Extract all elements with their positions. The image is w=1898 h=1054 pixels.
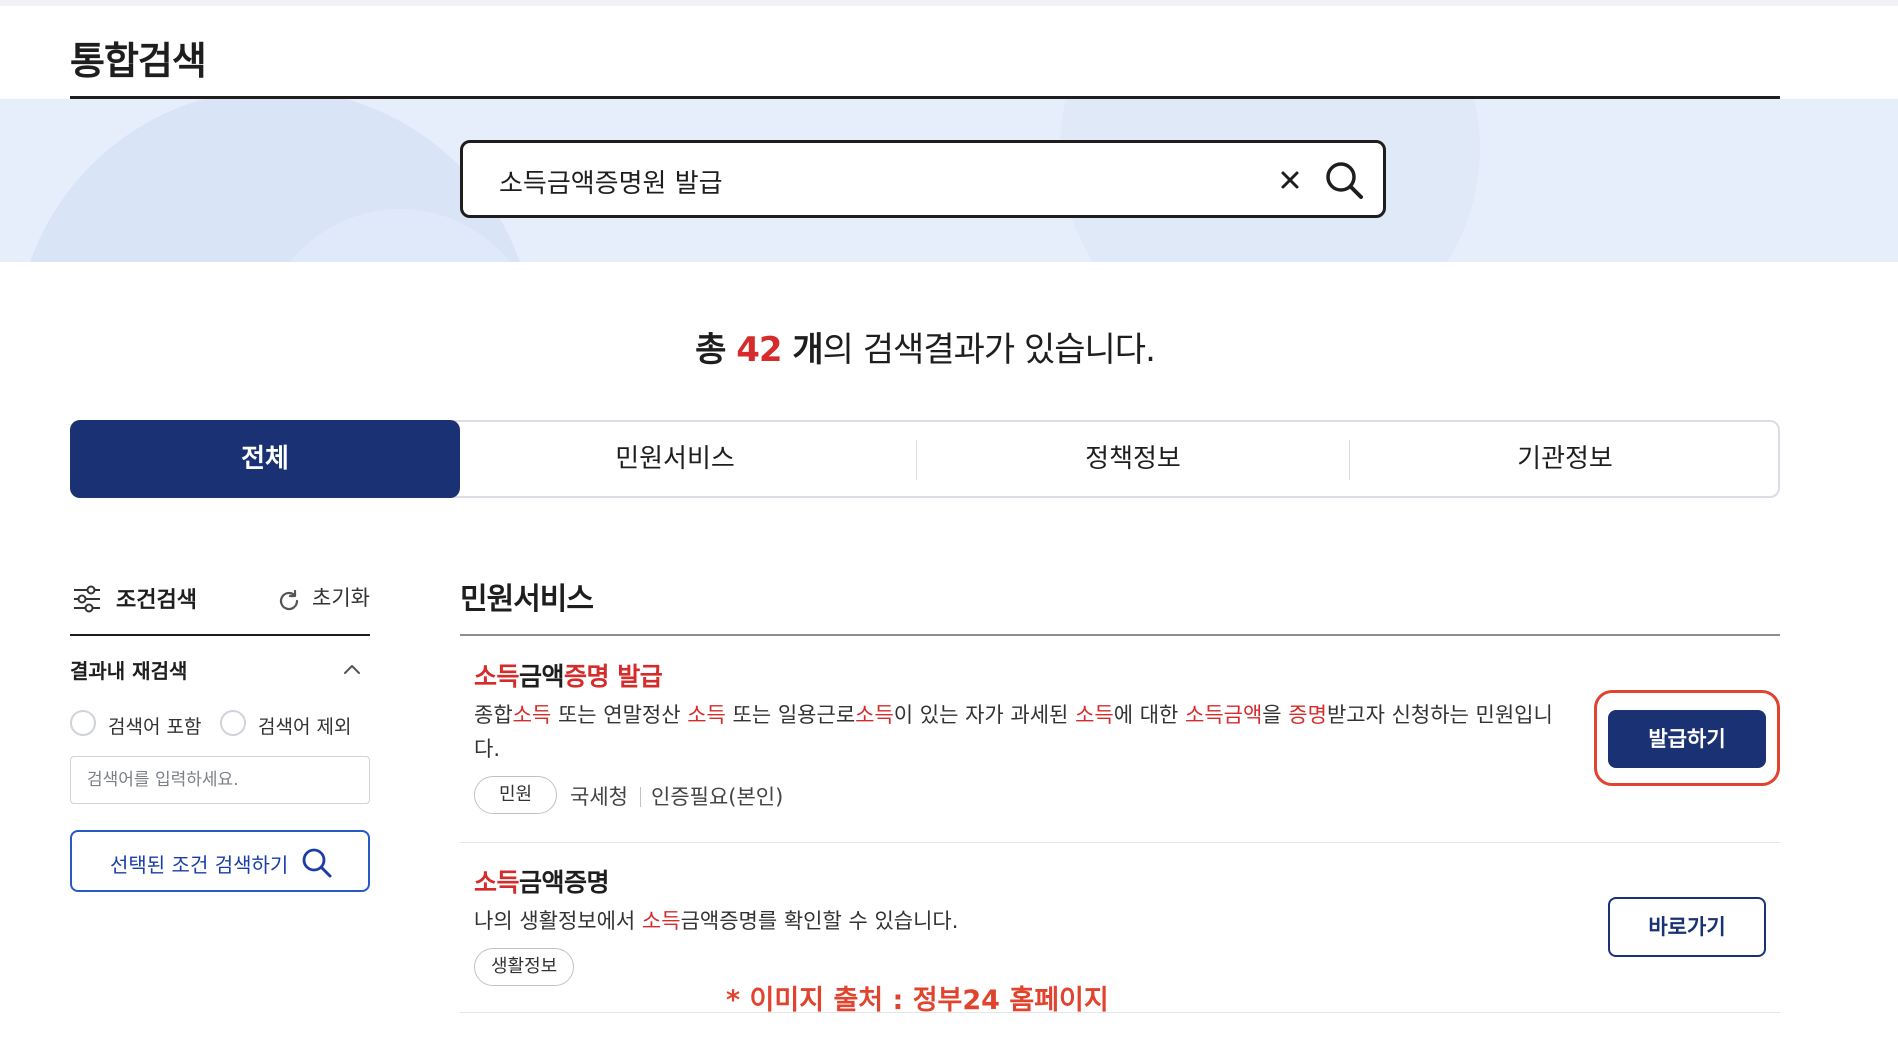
desc-text: 또는 연말정산 [551, 703, 688, 727]
category-tabs: 전체 민원서비스 정책정보 기관정보 [70, 420, 1780, 498]
radio-circle [220, 710, 246, 736]
apply-filter-label: 선택된 조건 검색하기 [110, 853, 289, 877]
desc-text: 에 대한 [1113, 703, 1186, 727]
close-icon [1281, 171, 1299, 189]
result-title[interactable]: 소득금액증명 발급 [474, 657, 663, 693]
desc-text: 금액증명를 확인할 수 있습니다. [680, 909, 959, 933]
title-text: 금액증명 [519, 868, 610, 897]
search-input[interactable] [497, 161, 1261, 201]
section-title: 민원서비스 [460, 582, 594, 617]
result-description: 나의 생활정보에서 소득금액증명를 확인할 수 있습니다. [474, 904, 1574, 938]
refine-keyword-input[interactable] [70, 756, 370, 804]
desc-highlight: 소득금액 [1185, 703, 1263, 727]
search-button[interactable] [1321, 157, 1367, 203]
auth-requirement: 인증필요(본인) [651, 785, 784, 809]
radio-circle [70, 710, 96, 736]
result-summary: 총 42 개의 검색결과가 있습니다. [0, 322, 1850, 371]
result-description: 종합소득 또는 연말정산 소득 또는 일용근로소득이 있는 자가 과세된 소득에… [474, 698, 1574, 766]
page-title: 통합검색 [70, 39, 207, 83]
exclude-keyword-label: 검색어 제외 [258, 716, 352, 738]
result-divider [460, 1012, 1780, 1013]
desc-highlight: 소득 [512, 703, 552, 727]
tab-policy-info[interactable]: 정책정보 [917, 420, 1349, 498]
reset-label: 초기화 [312, 586, 370, 610]
summary-prefix: 총 [695, 330, 737, 370]
search-icon [1326, 162, 1363, 199]
title-highlight: 소득 [474, 662, 520, 691]
desc-highlight: 소득 [1075, 703, 1114, 727]
category-tag: 민원 [474, 776, 558, 814]
result-divider [460, 842, 1780, 843]
desc-highlight: 증명 [1288, 703, 1327, 727]
desc-highlight: 소득 [855, 703, 894, 727]
summary-unit: 개 [781, 330, 823, 370]
title-highlight: 소득 [474, 868, 520, 897]
tab-agency-info[interactable]: 기관정보 [1350, 420, 1780, 498]
title-highlight: 증명 발급 [564, 662, 663, 691]
filter-title: 조건검색 [116, 588, 197, 613]
filter-sliders-icon [74, 585, 100, 613]
refresh-icon [279, 589, 299, 611]
result-count: 42 [736, 330, 782, 370]
filter-header: 조건검색 초기화 [72, 580, 370, 620]
refine-search-title: 결과내 재검색 [70, 659, 188, 683]
desc-highlight: 소득 [641, 909, 681, 933]
desc-text: 이 있는 자가 과세된 [893, 703, 1076, 727]
include-keyword-label: 검색어 포함 [108, 716, 202, 738]
apply-filter-button[interactable]: 선택된 조건 검색하기 [70, 830, 370, 892]
tab-civil-service[interactable]: 민원서비스 [460, 420, 890, 498]
search-icon [302, 848, 332, 878]
desc-text: 종합 [474, 703, 513, 727]
desc-highlight: 소득 [687, 703, 726, 727]
desc-text: 또는 일용근로 [725, 703, 856, 727]
filter-divider [70, 634, 370, 636]
image-source-note: * 이미지 출처 : 정부24 홈페이지 [726, 985, 1109, 1016]
tab-all[interactable]: 전체 [70, 420, 460, 498]
top-border [0, 0, 1898, 6]
go-button[interactable]: 바로가기 [1608, 897, 1766, 957]
search-box [460, 140, 1386, 218]
agency-name: 국세청 [570, 785, 628, 809]
chevron-up-icon[interactable] [340, 658, 364, 682]
summary-suffix: 의 검색결과가 있습니다. [822, 330, 1156, 370]
section-divider [460, 634, 1780, 636]
desc-text: 을 [1262, 703, 1289, 727]
issue-button[interactable]: 발급하기 [1608, 710, 1766, 768]
title-text: 금액 [519, 662, 565, 691]
meta-divider [640, 787, 641, 807]
result-title[interactable]: 소득금액증명 [474, 863, 610, 899]
category-tag: 생활정보 [474, 948, 575, 986]
desc-text: 나의 생활정보에서 [474, 909, 642, 933]
clear-search-button[interactable] [1275, 165, 1305, 195]
